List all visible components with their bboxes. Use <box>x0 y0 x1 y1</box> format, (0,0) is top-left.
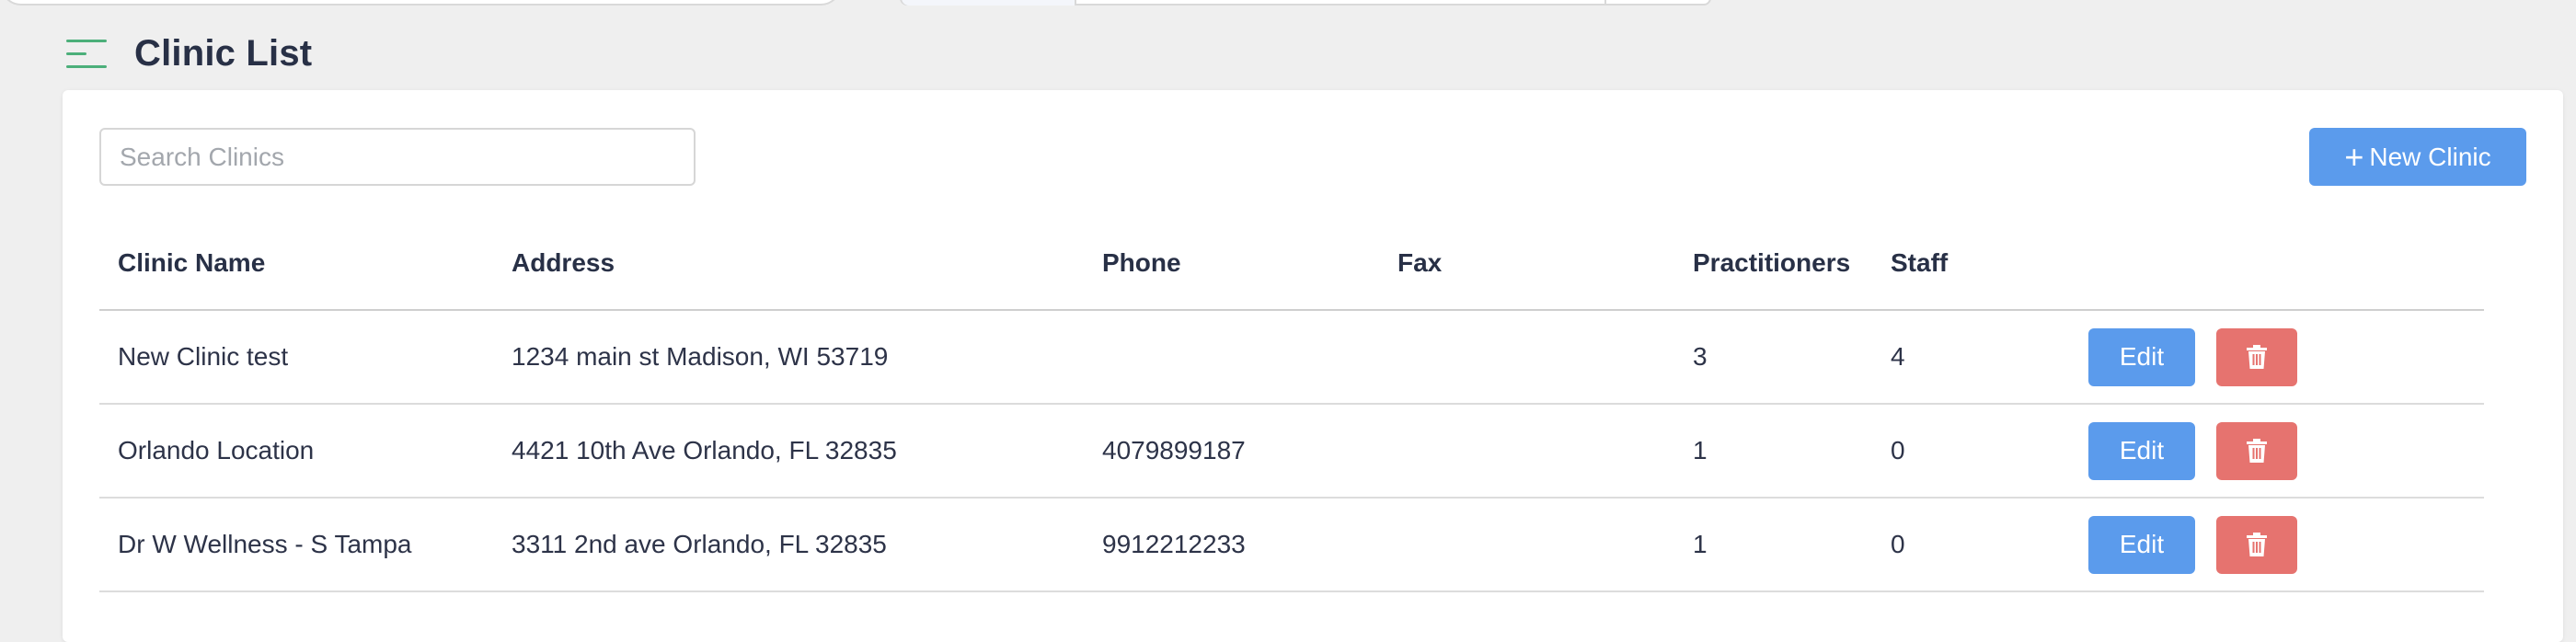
trash-icon <box>2247 533 2267 556</box>
header-fax: Fax <box>1379 216 1674 311</box>
staff-cell: 0 <box>1872 498 2070 592</box>
fax-cell <box>1379 310 1674 405</box>
clinic-name-cell: New Clinic test <box>99 310 493 405</box>
address-cell: 4421 10th Ave Orlando, FL 32835 <box>493 404 1084 499</box>
location-selector-prefix <box>902 0 1076 6</box>
location-selector[interactable] <box>900 0 1711 6</box>
edit-button[interactable]: Edit <box>2088 327 2195 386</box>
table-row: New Clinic test 1234 main st Madison, WI… <box>99 310 2484 405</box>
address-cell: 3311 2nd ave Orlando, FL 32835 <box>493 498 1084 592</box>
table-row: Dr W Wellness - S Tampa 3311 2nd ave Orl… <box>99 498 2484 592</box>
edit-button[interactable]: Edit <box>2088 515 2195 574</box>
practitioners-cell: 1 <box>1674 498 1872 592</box>
page-header: Clinic List <box>66 28 312 79</box>
phone-cell <box>1084 310 1379 405</box>
actions-cell: Edit <box>2070 498 2484 592</box>
search-clinics-input[interactable] <box>99 128 696 186</box>
clinic-list-card: + New Clinic Clinic Name Address Phone F… <box>63 90 2563 642</box>
delete-button[interactable] <box>2216 515 2297 574</box>
menu-icon[interactable] <box>66 35 109 72</box>
clinic-name-cell: Orlando Location <box>99 404 493 499</box>
staff-cell: 4 <box>1872 310 2070 405</box>
staff-cell: 0 <box>1872 404 2070 499</box>
table-row: Orlando Location 4421 10th Ave Orlando, … <box>99 404 2484 499</box>
header-clinic-name: Clinic Name <box>99 216 493 311</box>
delete-button[interactable] <box>2216 421 2297 480</box>
actions-cell: Edit <box>2070 310 2484 405</box>
phone-cell: 9912212233 <box>1084 498 1379 592</box>
practitioners-cell: 1 <box>1674 404 1872 499</box>
clinic-table: Clinic Name Address Phone Fax Practition… <box>99 216 2484 592</box>
page-title: Clinic List <box>134 32 313 74</box>
header-phone: Phone <box>1084 216 1379 311</box>
clinic-name-cell: Dr W Wellness - S Tampa <box>99 498 493 592</box>
fax-cell <box>1379 498 1674 592</box>
plus-icon: + <box>2344 137 2364 176</box>
header-staff: Staff <box>1872 216 2070 311</box>
edit-button[interactable]: Edit <box>2088 421 2195 480</box>
top-bar <box>0 0 2576 7</box>
address-cell: 1234 main st Madison, WI 53719 <box>493 310 1084 405</box>
trash-icon <box>2247 439 2267 463</box>
new-clinic-label: New Clinic <box>2369 142 2491 171</box>
table-header-row: Clinic Name Address Phone Fax Practition… <box>99 216 2484 311</box>
fax-cell <box>1379 404 1674 499</box>
location-selector-divider <box>1604 0 1606 6</box>
new-clinic-button[interactable]: + New Clinic <box>2309 128 2526 186</box>
header-address: Address <box>493 216 1084 311</box>
practitioners-cell: 3 <box>1674 310 1872 405</box>
actions-cell: Edit <box>2070 404 2484 499</box>
header-practitioners: Practitioners <box>1674 216 1872 311</box>
global-search-field[interactable] <box>0 0 842 6</box>
trash-icon <box>2247 345 2267 369</box>
delete-button[interactable] <box>2216 327 2297 386</box>
phone-cell: 4079899187 <box>1084 404 1379 499</box>
header-actions <box>2070 216 2484 311</box>
